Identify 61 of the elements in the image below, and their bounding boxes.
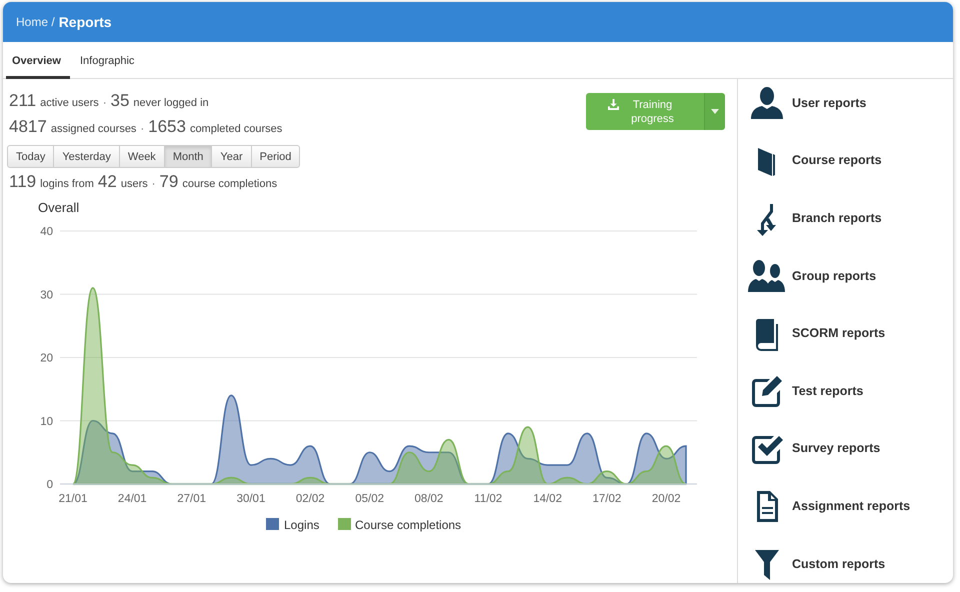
axis-label: 24/01 [118,493,147,505]
report-link[interactable]: Course reports [792,153,882,168]
caret-icon [711,109,719,114]
stat-number: 42 [98,172,117,192]
axis-label: 21/01 [58,493,88,505]
report-link[interactable]: SCORM reports [792,326,886,340]
dropdown-toggle[interactable] [704,93,725,130]
separator-dot: · [102,97,106,109]
report-link[interactable]: Test reports [792,384,864,398]
axis-label: 20 [40,352,53,364]
period-button[interactable]: Month [164,145,212,168]
axis-label: 17/02 [592,493,622,505]
chart-title: Overall [38,200,80,215]
stat-label: users [120,178,148,190]
axis-label: 05/02 [355,493,384,505]
legend-label[interactable]: Course completions [355,518,462,532]
stat-label: course completions [182,178,278,190]
period-button[interactable]: Yesterday [53,145,120,168]
legend-swatch [266,518,279,530]
download-icon [608,99,618,110]
period-button[interactable]: Week [118,145,165,168]
period-button[interactable]: Year [211,145,252,168]
tab[interactable]: Overview [6,42,70,79]
stat-number: 4817 [9,117,47,137]
people-icon [748,258,786,294]
stat-label: completed courses [190,123,282,135]
axis-label: 40 [40,226,53,238]
person-icon [748,84,786,121]
legend-label[interactable]: Logins [284,518,320,532]
stat-label: logins from [40,178,94,190]
separator-dot: · [152,178,156,190]
axis-label: 08/02 [414,493,444,505]
tab[interactable]: Infographic [74,42,140,79]
report-link[interactable]: User reports [792,96,866,110]
axis-label: 30/01 [236,493,266,505]
report-link[interactable]: Assignment reports [792,498,910,513]
report-link[interactable]: Group reports [792,268,876,283]
stat-label: active users [40,97,99,109]
page-title: Reports [58,14,112,30]
period-button[interactable]: Today [7,145,54,168]
axis-label: 10 [40,416,53,428]
stat-number: 119 [9,172,36,192]
stat-label: assigned courses [50,123,136,135]
axis-label: 30 [40,289,53,302]
report-link[interactable]: Custom reports [792,556,886,571]
report-link[interactable]: Survey reports [792,441,880,456]
stat-number: 1653 [148,117,186,137]
axis-label: 0 [46,479,53,491]
stat-number: 35 [110,91,130,111]
period-button[interactable]: Period [250,145,300,168]
axis-label: 02/02 [296,493,325,505]
stat-number: 79 [159,172,178,192]
axis-label: 20/02 [652,493,681,505]
separator-dot: · [140,123,144,135]
report-link[interactable]: Branch reports [792,210,882,225]
stat-number: 211 [9,91,36,111]
axis-label: 14/02 [533,493,562,505]
axis-label: 11/02 [474,493,502,505]
legend-swatch [338,518,351,530]
axis-label: 27/01 [177,493,206,505]
stat-label: never logged in [133,97,209,109]
